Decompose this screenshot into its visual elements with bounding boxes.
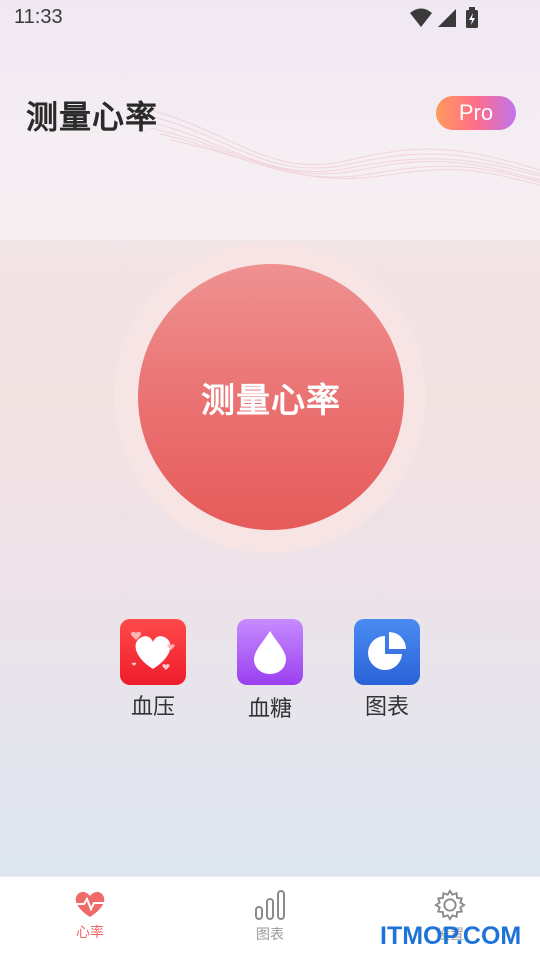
charts-tile xyxy=(354,619,420,685)
feature-blood-pressure[interactable]: 血压 xyxy=(113,619,193,721)
gear-icon xyxy=(434,889,466,921)
feature-label-blood-sugar: 血糖 xyxy=(247,697,292,722)
battery-icon xyxy=(466,7,478,28)
feature-label-charts: 图表 xyxy=(364,695,409,720)
blood-sugar-tile xyxy=(237,619,303,685)
nav-tab-charts[interactable]: 图表 xyxy=(210,877,330,961)
heart-pulse-icon xyxy=(75,891,105,917)
feature-blood-sugar[interactable]: 血糖 xyxy=(230,619,310,723)
measure-button-label: 测量心率 xyxy=(201,380,341,421)
watermark: ITMOP.COM xyxy=(380,922,522,950)
pie-chart-icon xyxy=(368,632,406,670)
nav-tab-heart-rate[interactable]: 心率 xyxy=(30,877,150,961)
status-icons xyxy=(410,7,478,28)
page-title: 测量心率 xyxy=(26,98,159,136)
nav-label-charts: 图表 xyxy=(256,927,284,943)
wifi-icon xyxy=(410,8,432,27)
status-time: 11:33 xyxy=(14,6,63,28)
heart-icon xyxy=(130,631,175,670)
bar-chart-icon xyxy=(255,890,285,920)
app-screen: 11:33 测量心率 Pro 测量心率 血压 血糖 图表 xyxy=(0,0,540,876)
drop-icon xyxy=(254,631,286,674)
blood-pressure-tile xyxy=(120,619,186,685)
feature-label-blood-pressure: 血压 xyxy=(130,695,175,720)
nav-label-heart-rate: 心率 xyxy=(76,925,104,941)
feature-charts[interactable]: 图表 xyxy=(347,619,427,721)
status-bar: 11:33 xyxy=(0,0,540,36)
signal-icon xyxy=(438,9,456,27)
measure-heart-rate-button[interactable]: 测量心率 xyxy=(138,264,404,530)
pro-badge[interactable]: Pro xyxy=(436,96,516,130)
